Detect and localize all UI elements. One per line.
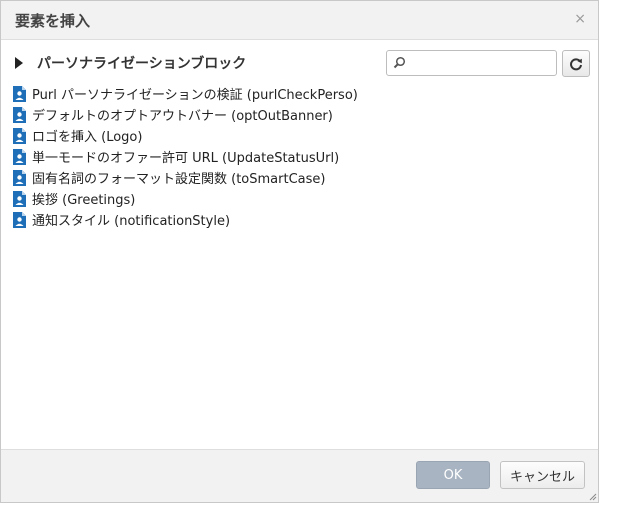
personalization-block-icon <box>13 127 26 144</box>
search-field[interactable] <box>386 50 557 76</box>
list-item[interactable]: 固有名詞のフォーマット設定関数 (toSmartCase) <box>13 167 358 188</box>
personalization-block-icon <box>13 148 26 165</box>
personalization-block-group[interactable]: パーソナライゼーションブロック <box>15 53 246 73</box>
group-label: パーソナライゼーションブロック <box>37 56 247 72</box>
search-input[interactable] <box>411 53 555 75</box>
triangle-right-icon[interactable] <box>15 57 23 69</box>
list-item[interactable]: 通知スタイル (notificationStyle) <box>13 209 358 230</box>
dialog-footer: OK キャンセル <box>1 449 598 502</box>
list-item-label: デフォルトのオプトアウトバナー (optOutBanner) <box>32 109 333 124</box>
list-item-label: Purl パーソナライゼーションの検証 (purlCheckPerso) <box>32 88 358 103</box>
list-item[interactable]: ロゴを挿入 (Logo) <box>13 125 358 146</box>
dialog-content: パーソナライゼーションブロック Purl パーソナライゼーションの検証 (pur… <box>1 40 598 450</box>
list-item[interactable]: 挨拶 (Greetings) <box>13 188 358 209</box>
close-icon[interactable]: × <box>574 11 586 27</box>
personalization-block-icon <box>13 106 26 123</box>
insert-element-dialog: 要素を挿入 × パーソナライゼーションブロック Purl パーソナライゼーション… <box>0 0 599 503</box>
refresh-icon <box>570 57 582 70</box>
list-item[interactable]: デフォルトのオプトアウトバナー (optOutBanner) <box>13 104 358 125</box>
ok-button[interactable]: OK <box>416 461 490 489</box>
list-item[interactable]: Purl パーソナライゼーションの検証 (purlCheckPerso) <box>13 83 358 104</box>
dialog-title: 要素を挿入 <box>15 12 91 30</box>
list-item-label: 挨拶 (Greetings) <box>32 193 136 208</box>
list-item-label: 単一モードのオファー許可 URL (UpdateStatusUrl) <box>32 151 340 166</box>
personalization-block-icon <box>13 85 26 102</box>
element-list: Purl パーソナライゼーションの検証 (purlCheckPerso) デフォ… <box>13 83 358 230</box>
dialog-titlebar: 要素を挿入 × <box>1 1 598 40</box>
resize-grip-icon[interactable] <box>588 492 597 501</box>
list-item-label: 固有名詞のフォーマット設定関数 (toSmartCase) <box>32 172 326 187</box>
refresh-button[interactable] <box>562 50 590 77</box>
personalization-block-icon <box>13 169 26 186</box>
list-item[interactable]: 単一モードのオファー許可 URL (UpdateStatusUrl) <box>13 146 358 167</box>
list-item-label: ロゴを挿入 (Logo) <box>32 130 143 145</box>
cancel-button[interactable]: キャンセル <box>500 461 585 489</box>
search-icon <box>393 56 406 69</box>
personalization-block-icon <box>13 211 26 228</box>
personalization-block-icon <box>13 190 26 207</box>
list-item-label: 通知スタイル (notificationStyle) <box>32 214 231 229</box>
